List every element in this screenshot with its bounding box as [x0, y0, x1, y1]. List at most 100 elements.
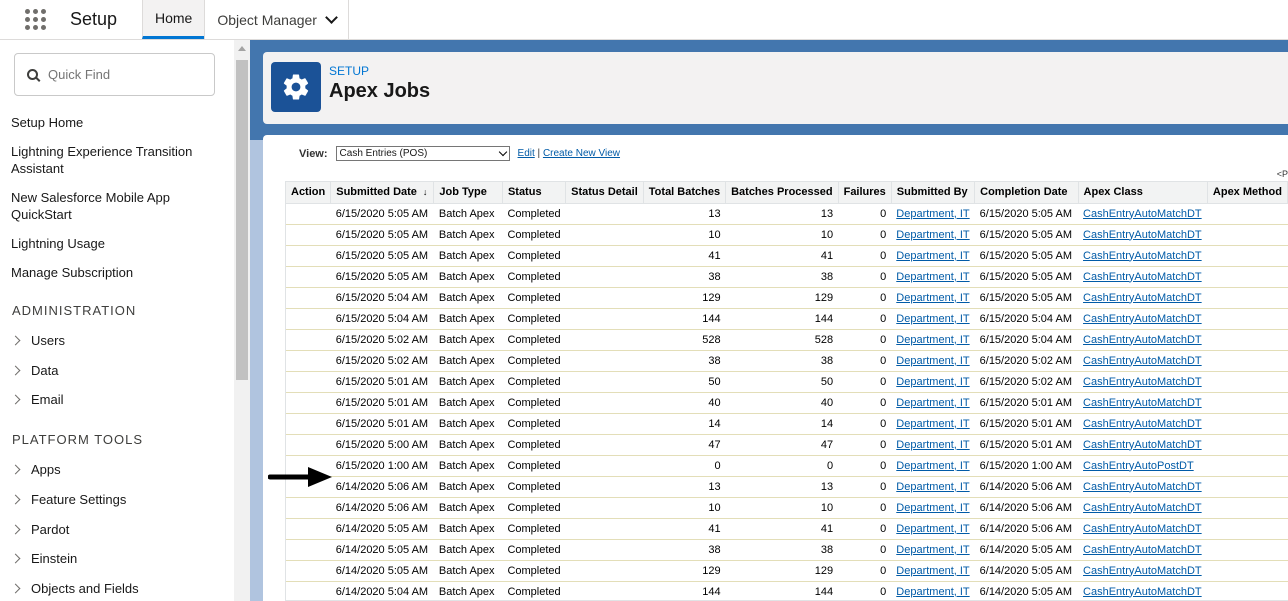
apex-class-link[interactable]: CashEntryAutoMatchDT: [1083, 292, 1202, 304]
col-header-apex-method[interactable]: Apex Method: [1207, 182, 1288, 204]
col-header-failures[interactable]: Failures: [838, 182, 892, 204]
sidebar-item-pardot[interactable]: Pardot: [10, 522, 69, 537]
quick-find-box[interactable]: [14, 53, 215, 96]
apex-class-link[interactable]: CashEntryAutoMatchDT: [1083, 418, 1202, 430]
cell-status-detail: [565, 224, 644, 246]
sidebar-link-mobile-quickstart[interactable]: New Salesforce Mobile App QuickStart: [11, 189, 191, 223]
app-launcher-button[interactable]: [0, 0, 70, 39]
submitted-by-link[interactable]: Department, IT: [896, 208, 969, 220]
submitted-by-link[interactable]: Department, IT: [896, 523, 969, 535]
sidebar-link-manage-subscription[interactable]: Manage Subscription: [11, 264, 221, 281]
apex-class-link[interactable]: CashEntryAutoMatchDT: [1083, 229, 1202, 241]
sidebar-link-lightning-usage[interactable]: Lightning Usage: [11, 235, 221, 252]
sidebar-link-lex-transition[interactable]: Lightning Experience Transition Assistan…: [11, 143, 211, 177]
sidebar-item-feature-settings[interactable]: Feature Settings: [10, 492, 126, 507]
cell-batches-processed: 38: [725, 350, 839, 372]
apex-class-link[interactable]: CashEntryAutoMatchDT: [1083, 376, 1202, 388]
submitted-by-link[interactable]: Department, IT: [896, 271, 969, 283]
apex-class-link[interactable]: CashEntryAutoMatchDT: [1083, 250, 1202, 262]
cell-action: [286, 518, 331, 540]
scroll-up-arrow-icon[interactable]: [238, 46, 246, 51]
sidebar-item-data[interactable]: Data: [10, 363, 58, 378]
content-panel: View: Cash Entries (POS) Edit | Create N…: [263, 135, 1288, 601]
apex-class-link[interactable]: CashEntryAutoPostDT: [1083, 460, 1194, 472]
sort-arrow-down-icon[interactable]: ↓: [423, 187, 428, 197]
submitted-by-link[interactable]: Department, IT: [896, 586, 969, 598]
cell-failures: 0: [838, 455, 892, 477]
submitted-by-link[interactable]: Department, IT: [896, 313, 969, 325]
submitted-by-link[interactable]: Department, IT: [896, 418, 969, 430]
submitted-by-link[interactable]: Department, IT: [896, 334, 969, 346]
sidebar-link-setup-home[interactable]: Setup Home: [11, 114, 221, 131]
apex-class-link[interactable]: CashEntryAutoMatchDT: [1083, 586, 1202, 598]
col-header-submitted-date[interactable]: Submitted Date ↓: [330, 182, 435, 204]
apex-class-link[interactable]: CashEntryAutoMatchDT: [1083, 355, 1202, 367]
apex-class-link[interactable]: CashEntryAutoMatchDT: [1083, 313, 1202, 325]
cell-batches-processed: 41: [725, 245, 839, 267]
col-header-job-type[interactable]: Job Type: [433, 182, 503, 204]
sidebar-item-objects-and-fields[interactable]: Objects and Fields: [10, 581, 139, 596]
submitted-by-link[interactable]: Department, IT: [896, 292, 969, 304]
sidebar-item-email[interactable]: Email: [10, 392, 64, 407]
header-eyebrow: SETUP: [329, 64, 370, 78]
apex-class-link[interactable]: CashEntryAutoMatchDT: [1083, 439, 1202, 451]
cell-job-type: Batch Apex: [433, 476, 503, 498]
cell-job-type: Batch Apex: [433, 245, 503, 267]
submitted-by-link[interactable]: Department, IT: [896, 439, 969, 451]
col-header-apex-class[interactable]: Apex Class: [1078, 182, 1208, 204]
apex-class-link[interactable]: CashEntryAutoMatchDT: [1083, 523, 1202, 535]
sidebar-scrollbar[interactable]: [234, 40, 250, 601]
cell-submitted-date: 6/15/2020 5:05 AM: [330, 224, 434, 246]
cell-completion-date: 6/14/2020 5:06 AM: [974, 476, 1079, 498]
col-header-batches-processed[interactable]: Batches Processed: [725, 182, 839, 204]
cell-failures: 0: [838, 224, 892, 246]
cell-completion-date: 6/15/2020 5:01 AM: [974, 392, 1079, 414]
tab-object-manager[interactable]: Object Manager: [204, 0, 349, 39]
cell-failures: 0: [838, 266, 892, 288]
chevron-down-icon: [498, 147, 507, 157]
tab-home[interactable]: Home: [142, 0, 205, 39]
edit-view-link[interactable]: Edit: [518, 148, 535, 159]
apex-class-link[interactable]: CashEntryAutoMatchDT: [1083, 502, 1202, 514]
sidebar-item-apps[interactable]: Apps: [10, 462, 61, 477]
cell-status: Completed: [502, 371, 566, 393]
col-header-submitted-by[interactable]: Submitted By: [891, 182, 976, 204]
apex-class-link[interactable]: CashEntryAutoMatchDT: [1083, 397, 1202, 409]
submitted-by-link[interactable]: Department, IT: [896, 460, 969, 472]
submitted-by-link[interactable]: Department, IT: [896, 544, 969, 556]
cell-status-detail: [565, 308, 644, 330]
col-header-status-detail[interactable]: Status Detail: [565, 182, 644, 204]
create-new-view-link[interactable]: Create New View: [543, 148, 620, 159]
scrollbar-thumb[interactable]: [236, 60, 248, 380]
cell-submitted-by: Department, IT: [891, 224, 975, 246]
sidebar-item-users[interactable]: Users: [10, 333, 65, 348]
cell-failures: 0: [838, 350, 892, 372]
submitted-by-link[interactable]: Department, IT: [896, 250, 969, 262]
pager-hint[interactable]: <P: [1277, 169, 1288, 179]
submitted-by-link[interactable]: Department, IT: [896, 565, 969, 577]
submitted-by-link[interactable]: Department, IT: [896, 355, 969, 367]
cell-apex-method: [1207, 434, 1288, 456]
submitted-by-link[interactable]: Department, IT: [896, 502, 969, 514]
apex-class-link[interactable]: CashEntryAutoMatchDT: [1083, 334, 1202, 346]
chevron-down-icon[interactable]: [325, 10, 338, 24]
apex-class-link[interactable]: CashEntryAutoMatchDT: [1083, 208, 1202, 220]
apex-class-link[interactable]: CashEntryAutoMatchDT: [1083, 481, 1202, 493]
col-header-completion-date[interactable]: Completion Date: [974, 182, 1079, 204]
apex-class-link[interactable]: CashEntryAutoMatchDT: [1083, 565, 1202, 577]
cell-action: [286, 203, 331, 225]
table-row: 6/14/2020 5:05 AM Batch Apex Completed 129 1…: [286, 560, 1288, 582]
sidebar-item-einstein[interactable]: Einstein: [10, 551, 77, 566]
sidebar-item-label: Objects and Fields: [31, 581, 139, 596]
submitted-by-link[interactable]: Department, IT: [896, 229, 969, 241]
apex-class-link[interactable]: CashEntryAutoMatchDT: [1083, 544, 1202, 556]
submitted-by-link[interactable]: Department, IT: [896, 481, 969, 493]
submitted-by-link[interactable]: Department, IT: [896, 397, 969, 409]
table-row: 6/14/2020 5:06 AM Batch Apex Completed 13 13…: [286, 476, 1288, 498]
col-header-status[interactable]: Status: [502, 182, 567, 204]
quick-find-input[interactable]: [48, 67, 198, 82]
col-header-total-batches[interactable]: Total Batches: [643, 182, 727, 204]
view-select[interactable]: Cash Entries (POS): [335, 146, 510, 161]
submitted-by-link[interactable]: Department, IT: [896, 376, 969, 388]
apex-class-link[interactable]: CashEntryAutoMatchDT: [1083, 271, 1202, 283]
